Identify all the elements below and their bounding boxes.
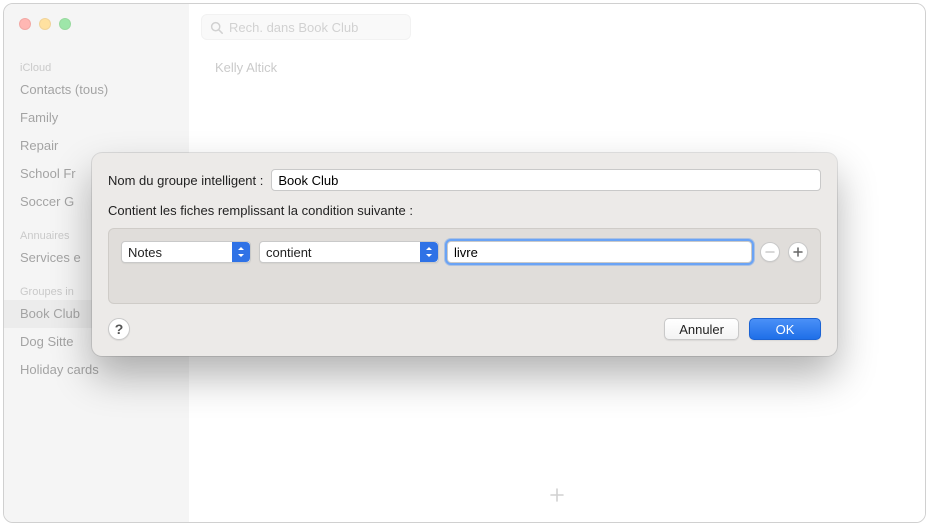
- sidebar-item-holidaycards[interactable]: Holiday cards: [4, 356, 189, 384]
- search-input[interactable]: Rech. dans Book Club: [201, 14, 411, 40]
- condition-operator-value: contient: [266, 245, 312, 260]
- smart-group-dialog: Nom du groupe intelligent : Contient les…: [92, 153, 837, 356]
- help-button[interactable]: ?: [108, 318, 130, 340]
- add-condition-button[interactable]: [788, 242, 808, 262]
- minimize-window-button[interactable]: [39, 18, 51, 30]
- plus-icon: [793, 247, 803, 257]
- search-icon: [210, 21, 223, 34]
- group-name-input[interactable]: [271, 169, 821, 191]
- select-arrows-icon: [420, 242, 438, 262]
- window-controls: [19, 18, 71, 30]
- help-icon: ?: [115, 321, 124, 337]
- add-button[interactable]: [542, 483, 572, 507]
- remove-condition-button[interactable]: [760, 242, 780, 262]
- conditions-container: Notes contient: [108, 228, 821, 304]
- sidebar-item-family[interactable]: Family: [4, 104, 189, 132]
- minus-icon: [765, 247, 775, 257]
- condition-field-select[interactable]: Notes: [121, 241, 251, 263]
- condition-operator-select[interactable]: contient: [259, 241, 439, 263]
- condition-intro-label: Contient les fiches remplissant la condi…: [108, 203, 821, 218]
- search-placeholder: Rech. dans Book Club: [229, 20, 358, 35]
- group-name-label: Nom du groupe intelligent :: [108, 173, 263, 188]
- sidebar-header-icloud: iCloud: [4, 56, 189, 76]
- ok-button[interactable]: OK: [749, 318, 821, 340]
- zoom-window-button[interactable]: [59, 18, 71, 30]
- select-arrows-icon: [232, 242, 250, 262]
- condition-field-value: Notes: [128, 245, 162, 260]
- contact-list-item[interactable]: Kelly Altick: [189, 60, 925, 75]
- close-window-button[interactable]: [19, 18, 31, 30]
- sidebar-item-all-contacts[interactable]: Contacts (tous): [4, 76, 189, 104]
- condition-value-input[interactable]: [447, 241, 752, 263]
- plus-icon: [549, 487, 565, 503]
- cancel-button[interactable]: Annuler: [664, 318, 739, 340]
